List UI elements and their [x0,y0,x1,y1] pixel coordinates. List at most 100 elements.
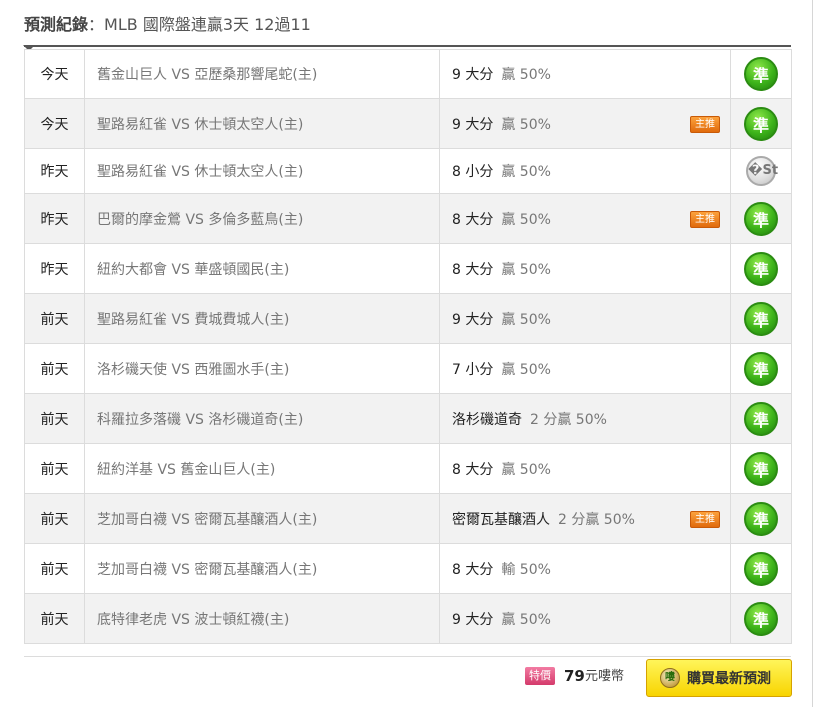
day-cell: 前天 [24,593,85,644]
result-win-icon: 準 [744,551,778,586]
price-amount: 79 [564,667,585,685]
result-cell: �St [730,148,792,194]
day-cell: 前天 [24,493,85,544]
result-cell: 準 [730,193,792,244]
featured-pick-badge: 主推 [690,510,720,528]
table-row: 昨天 紐約大都會 VS 華盛頓國民(主) 8 大分贏 50% 準 [24,243,792,294]
result-win-icon: 準 [744,401,778,436]
table-row: 前天 洛杉磯天使 VS 西雅圖水手(主) 7 小分贏 50% 準 [24,343,792,394]
result-cell: 準 [730,293,792,344]
pick-cell: 8 大分贏 50% 主推 [439,193,731,244]
match-cell: 聖路易紅雀 VS 休士頓太空人(主) [84,148,440,194]
pick-cell: 8 大分贏 50% [439,243,731,294]
pick-main: 9 大分 [452,67,494,83]
result-cell: 準 [730,543,792,594]
result-cell: 準 [730,343,792,394]
result-cell: 準 [730,493,792,544]
table-row: 前天 科羅拉多落磯 VS 洛杉磯道奇(主) 洛杉磯道奇 2 分贏 50% 準 [24,393,792,444]
match-cell: 聖路易紅雀 VS 費城費城人(主) [84,293,440,344]
result-win-icon: 準 [744,201,778,236]
pick-detail: 贏 50% [501,211,551,228]
pick-cell: 8 大分輸 50% [439,543,731,594]
match-cell: 舊金山巨人 VS 亞歷桑那響尾蛇(主) [84,49,440,99]
day-cell: 昨天 [24,193,85,244]
result-win-icon: 準 [744,451,778,486]
match-cell: 芝加哥白襪 VS 密爾瓦基釀酒人(主) [84,543,440,594]
price-unit: 元嘍幣 [585,669,625,684]
title-text: MLB 國際盤連贏3天 12過11 [104,15,311,34]
result-win-icon: 準 [744,251,778,286]
result-cell: 準 [730,393,792,444]
pick-detail: 贏 50% [501,361,551,378]
pick-cell: 7 小分贏 50% [439,343,731,394]
match-cell: 紐約大都會 VS 華盛頓國民(主) [84,243,440,294]
title-label: 預測紀錄 [24,15,89,34]
match-cell: 聖路易紅雀 VS 休士頓太空人(主) [84,98,440,149]
result-win-icon: 準 [744,106,778,141]
pick-main: 8 大分 [452,211,494,228]
coin-icon: 嘍 [660,668,680,688]
day-cell: 今天 [24,49,85,99]
table-row: 前天 聖路易紅雀 VS 費城費城人(主) 9 大分贏 50% 準 [24,293,792,344]
buy-latest-prediction-button[interactable]: 嘍 購買最新預測 [646,659,792,697]
pick-main: 7 小分 [452,361,494,378]
page-title: 預測紀錄：MLB 國際盤連贏3天 12過11 [24,15,311,35]
day-cell: 今天 [24,98,85,149]
pick-cell: 洛杉磯道奇 2 分贏 50% [439,393,731,444]
pick-detail: 贏 50% [501,261,551,278]
table-row: 今天 聖路易紅雀 VS 休士頓太空人(主) 9 大分贏 50% 主推 準 [24,98,792,149]
pick-detail: 輸 50% [501,561,551,578]
pick-detail: 贏 50% [501,611,551,628]
section-header: 預測紀錄：MLB 國際盤連贏3天 12過11 [24,0,791,47]
result-cell: 準 [730,243,792,294]
result-win-icon: 準 [744,351,778,386]
match-cell: 科羅拉多落磯 VS 洛杉磯道奇(主) [84,393,440,444]
match-cell: 洛杉磯天使 VS 西雅圖水手(主) [84,343,440,394]
day-cell: 前天 [24,293,85,344]
day-cell: 前天 [24,343,85,394]
pick-detail: 2 分贏 50% [530,411,607,428]
pick-main: 8 大分 [452,461,494,478]
pick-main: 洛杉磯道奇 [452,411,522,428]
result-win-icon: 準 [744,501,778,536]
pick-main: 9 大分 [452,611,494,628]
result-cell: 準 [730,98,792,149]
day-cell: 前天 [24,543,85,594]
result-win-icon: 準 [744,601,778,636]
pick-cell: 9 大分贏 50% [439,293,731,344]
pick-cell: 8 小分贏 50% [439,148,731,194]
match-cell: 底特律老虎 VS 波士頓紅襪(主) [84,593,440,644]
pick-cell: 9 大分贏 50% 主推 [439,98,731,149]
pick-cell: 8 大分贏 50% [439,443,731,494]
match-cell: 紐約洋基 VS 舊金山巨人(主) [84,443,440,494]
result-push-icon: �St [746,156,778,186]
day-cell: 昨天 [24,243,85,294]
pick-cell: 9 大分贏 50% [439,593,731,644]
result-win-icon: 準 [744,57,778,91]
day-cell: 前天 [24,443,85,494]
result-win-icon: 準 [744,301,778,336]
pick-main: 密爾瓦基釀酒人 [452,511,550,528]
pick-main: 8 大分 [452,561,494,578]
table-row: 今天 舊金山巨人 VS 亞歷桑那響尾蛇(主) 9 大分贏 50% 準 [24,49,792,99]
day-cell: 前天 [24,393,85,444]
table-row: 昨天 巴爾的摩金鶯 VS 多倫多藍鳥(主) 8 大分贏 50% 主推 準 [24,193,792,244]
pick-main: 9 大分 [452,311,494,328]
pick-detail: 贏 50% [501,461,551,478]
match-cell: 巴爾的摩金鶯 VS 多倫多藍鳥(主) [84,193,440,244]
pick-detail: 贏 50% [501,67,551,83]
day-cell: 昨天 [24,148,85,194]
table-row: 前天 紐約洋基 VS 舊金山巨人(主) 8 大分贏 50% 準 [24,443,792,494]
pick-detail: 贏 50% [501,116,551,133]
result-cell: 準 [730,593,792,644]
pick-cell: 9 大分贏 50% [439,49,731,99]
footer-divider [24,656,791,657]
pick-main: 9 大分 [452,116,494,133]
table-row: 前天 芝加哥白襪 VS 密爾瓦基釀酒人(主) 密爾瓦基釀酒人 2 分贏 50% 主推 準 [24,493,792,544]
buy-button-label: 購買最新預測 [687,671,771,687]
pick-main: 8 大分 [452,261,494,278]
pick-main: 8 小分 [452,164,494,180]
title-separator: ： [88,15,105,34]
table-row: 前天 芝加哥白襪 VS 密爾瓦基釀酒人(主) 8 大分輸 50% 準 [24,543,792,594]
featured-pick-badge: 主推 [690,115,720,133]
